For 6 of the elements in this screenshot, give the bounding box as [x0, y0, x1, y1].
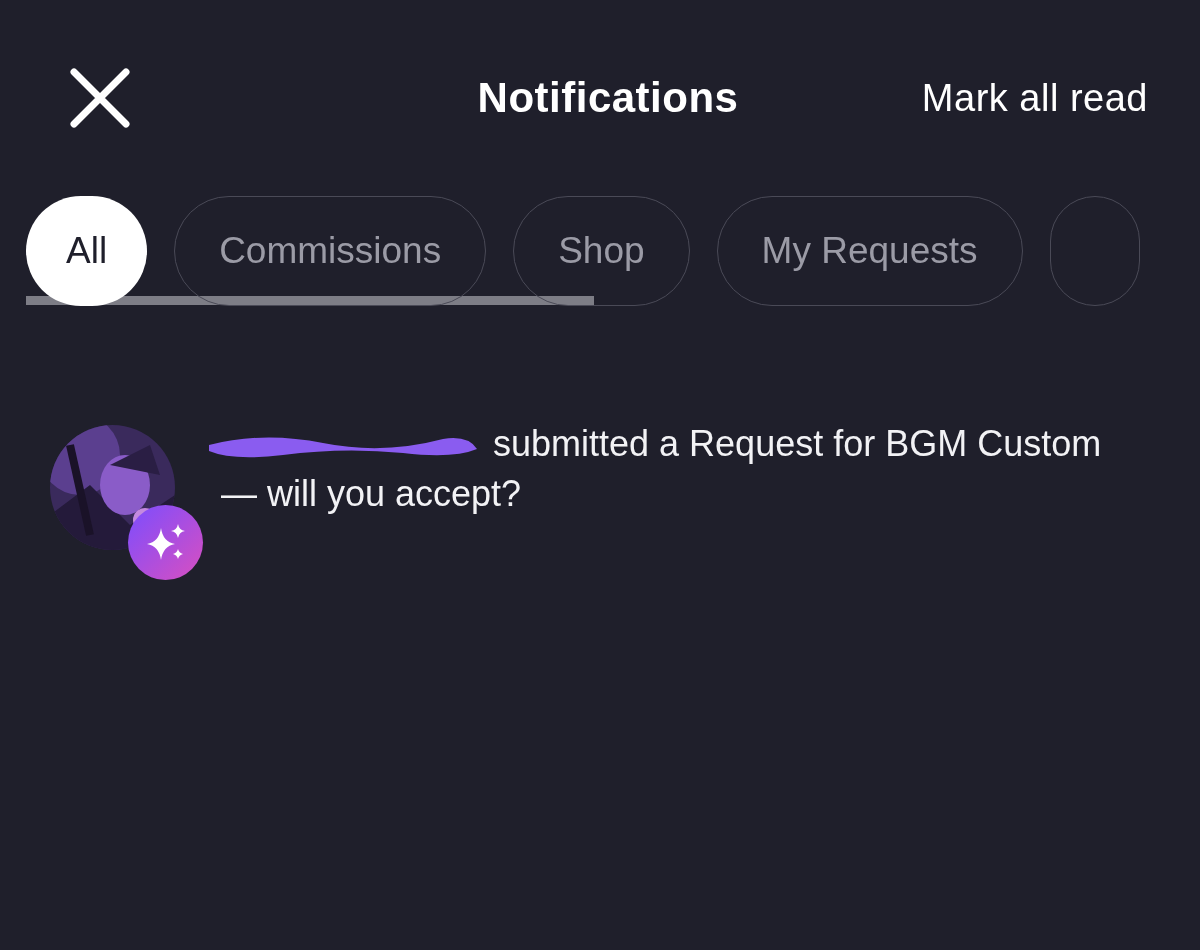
mark-all-read-link[interactable]: Mark all read	[921, 76, 1148, 120]
filter-tab[interactable]: All	[26, 196, 148, 306]
page-title: Notifications	[477, 74, 739, 122]
notification-text: submitted a Request for BGM Custom — will you accept?	[221, 423, 1102, 515]
close-icon	[70, 68, 130, 128]
close-button[interactable]	[68, 66, 132, 130]
